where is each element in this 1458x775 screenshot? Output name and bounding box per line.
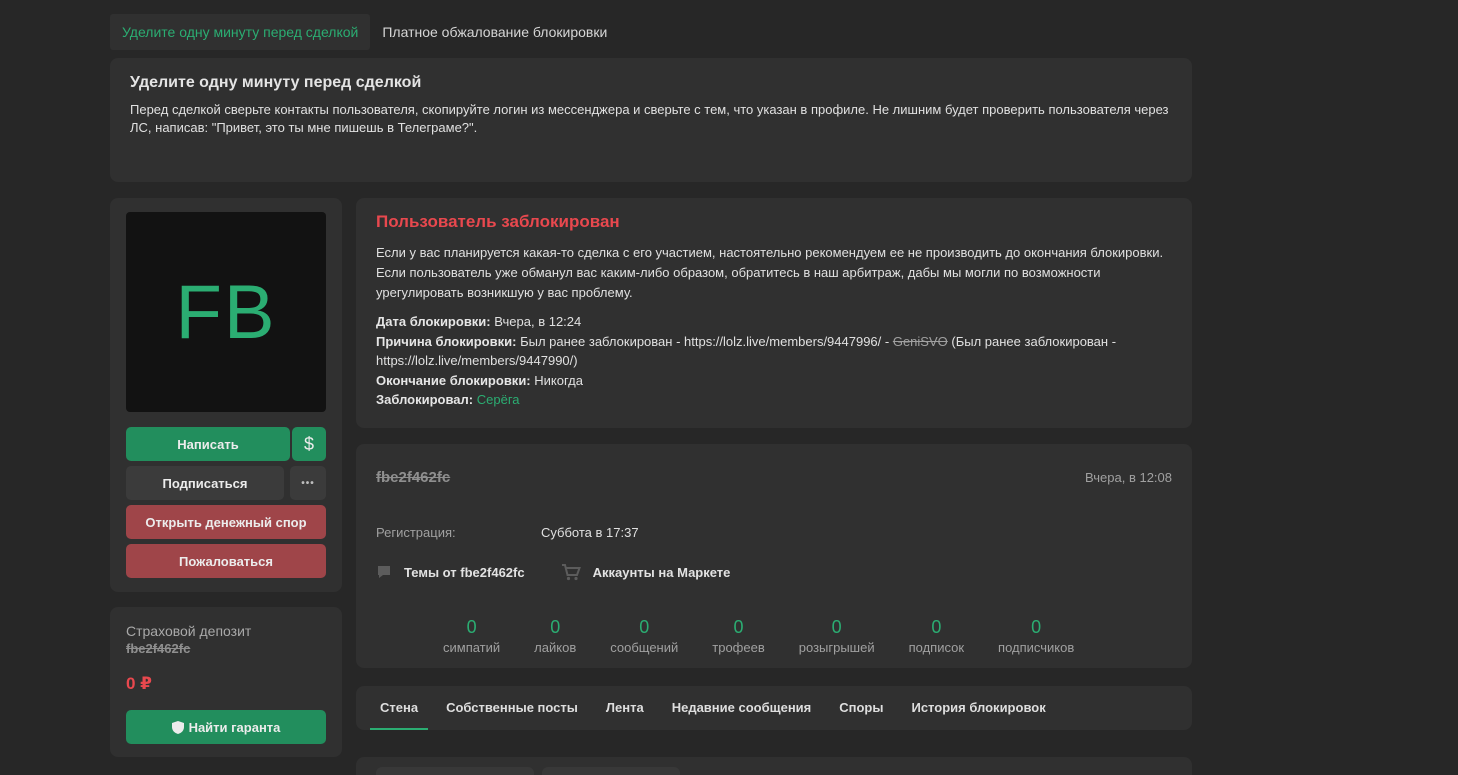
tab-feed[interactable]: Лента [596,686,654,730]
stat-value: 0 [1031,617,1042,637]
stat-label: симпатий [443,640,501,655]
stat-followers[interactable]: 0 подписчиков [981,616,1091,655]
cart-icon [561,564,581,581]
money-transfer-button[interactable]: $ [292,427,326,461]
stat-label: подписчиков [998,640,1075,655]
ban-date-label: Дата блокировки: [376,314,491,329]
dollar-icon: $ [303,433,314,454]
tab-ban-history[interactable]: История блокировок [901,686,1055,730]
stat-value: 0 [831,617,842,637]
registration-label: Регистрация: [376,525,456,540]
ban-reason-struck-user[interactable]: GeniSVO [893,334,948,349]
ban-title: Пользователь заблокирован [376,212,620,231]
ban-end-value: Никогда [534,372,583,388]
wall-control[interactable] [376,767,534,775]
card-links: Темы от fbe2f462fc Аккаунты на Маркете [376,563,766,581]
deposit-panel: Страховой депозит fbe2f462fc 0 ₽ Найти г… [110,607,342,757]
notice-text: Перед сделкой сверьте контакты пользоват… [130,102,1169,135]
deposit-amount: 0 ₽ [126,674,153,693]
threads-link-label: Темы от fbe2f462fc [404,564,525,580]
report-button[interactable]: Пожаловаться [126,544,326,578]
notice-panel: Уделите одну минуту перед сделкой Перед … [110,58,1192,182]
subscribe-row: Подписаться ••• [126,466,326,500]
avatar[interactable]: FB [126,212,326,412]
notice-title: Уделите одну минуту перед сделкой [130,74,422,91]
tab-paid-appeal[interactable]: Платное обжалование блокировки [370,14,619,50]
stat-likes[interactable]: 0 лайков [517,616,593,655]
avatar-initials: FB [175,269,277,355]
tab-recent-messages[interactable]: Недавние сообщения [662,686,822,730]
comment-icon [378,566,390,578]
shield-icon [171,720,184,734]
ban-by-user-link[interactable]: Серёга [477,392,520,407]
profile-tabs: Стена Собственные посты Лента Недавние с… [356,686,1192,730]
write-button[interactable]: Написать [126,427,290,461]
stat-value: 0 [931,617,942,637]
find-guarantor-label: Найти гаранта [188,719,281,735]
stat-messages[interactable]: 0 сообщений [593,616,695,655]
stat-label: лайков [534,640,577,655]
stat-label: розыгрышей [798,640,875,655]
registration-value: Суббота в 17:37 [541,525,639,540]
stat-value: 0 [550,617,561,637]
wall-panel [356,757,1192,775]
ban-text: Если у вас планируется какая-то сделка с… [376,245,1164,300]
last-seen: Вчера, в 12:08 [1085,470,1172,485]
ban-by-label: Заблокировал: [376,392,474,407]
stat-trophies[interactable]: 0 трофеев [695,616,781,655]
ban-end-label: Окончание блокировки: [376,372,531,388]
write-row: Написать $ [126,427,326,461]
ban-date-row: Дата блокировки: Вчера, в 12:24 [376,312,1172,332]
stat-value: 0 [466,617,477,637]
find-guarantor-button[interactable]: Найти гаранта [126,710,326,744]
threads-link[interactable]: Темы от fbe2f462fc [376,564,525,580]
user-card: fbe2f462fc Вчера, в 12:08 Регистрация: С… [356,444,1192,668]
ban-by-row: Заблокировал: Серёга [376,390,1172,410]
ban-date-value: Вчера, в 12:24 [494,314,582,329]
stat-label: подписок [908,640,965,655]
stats-row: 0 симпатий 0 лайков 0 сообщений 0 трофее… [426,616,1091,655]
tab-own-posts[interactable]: Собственные посты [436,686,588,730]
wall-control[interactable] [542,767,680,775]
profile-sidebar: FB Написать $ Подписаться ••• Открыть де… [110,198,342,592]
ban-reason-row: Причина блокировки: Был ранее заблокиров… [376,332,1172,371]
ban-reason-text-1: Был ранее заблокирован - https://lolz.li… [520,333,890,349]
market-link[interactable]: Аккаунты на Маркете [561,563,731,581]
market-link-label: Аккаунты на Маркете [592,564,731,580]
open-dispute-button[interactable]: Открыть денежный спор [126,505,326,539]
ban-panel: Пользователь заблокирован Если у вас пла… [356,198,1192,428]
stat-label: трофеев [712,640,765,655]
top-tabs: Уделите одну минуту перед сделкой Платно… [110,14,619,50]
tab-disputes[interactable]: Споры [829,686,893,730]
more-button[interactable]: ••• [290,466,326,500]
page: Уделите одну минуту перед сделкой Платно… [0,0,1458,775]
stat-giveaways[interactable]: 0 розыгрышей [782,616,892,655]
stat-subscriptions[interactable]: 0 подписок [892,616,981,655]
subscribe-button[interactable]: Подписаться [126,466,284,500]
deposit-username: fbe2f462fc [126,641,191,656]
deposit-label: Страховой депозит [126,623,252,639]
stat-value: 0 [733,617,744,637]
stat-value: 0 [639,617,650,637]
username: fbe2f462fc [376,469,451,486]
tab-one-minute[interactable]: Уделите одну минуту перед сделкой [110,14,371,50]
ban-end-row: Окончание блокировки: Никогда [376,371,1172,391]
more-dots-icon: ••• [301,477,315,489]
tab-wall[interactable]: Стена [370,686,429,730]
stat-label: сообщений [610,640,679,655]
ban-reason-label: Причина блокировки: [376,333,517,349]
stat-sympathies[interactable]: 0 симпатий [426,616,517,655]
